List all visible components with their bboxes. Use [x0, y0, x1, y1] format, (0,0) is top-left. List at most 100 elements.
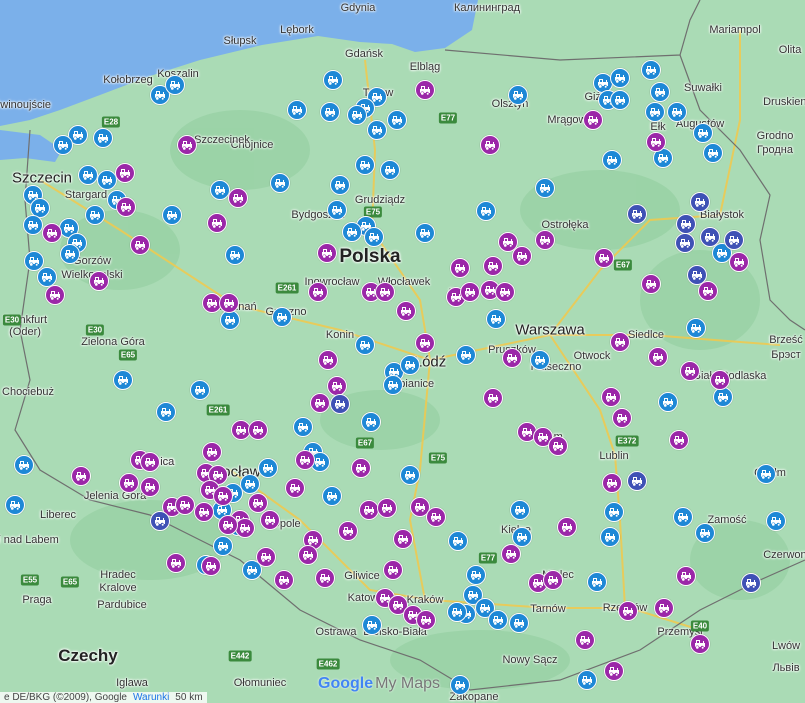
map-marker-purple[interactable] — [383, 560, 403, 580]
map-marker-blue[interactable] — [456, 345, 476, 365]
map-marker-blue[interactable] — [355, 335, 375, 355]
map-marker-dark-blue[interactable] — [627, 471, 647, 491]
map-marker-blue[interactable] — [510, 500, 530, 520]
map-marker-purple[interactable] — [618, 601, 638, 621]
map-marker-blue[interactable] — [383, 375, 403, 395]
map-marker-blue[interactable] — [486, 309, 506, 329]
map-marker-blue[interactable] — [448, 531, 468, 551]
map-marker-purple[interactable] — [690, 634, 710, 654]
map-marker-dark-blue[interactable] — [687, 265, 707, 285]
map-marker-dark-blue[interactable] — [675, 233, 695, 253]
map-marker-purple[interactable] — [426, 507, 446, 527]
map-marker-blue[interactable] — [535, 178, 555, 198]
map-marker-dark-blue[interactable] — [700, 227, 720, 247]
map-marker-blue[interactable] — [641, 60, 661, 80]
map-marker-purple[interactable] — [535, 230, 555, 250]
map-marker-blue[interactable] — [272, 307, 292, 327]
map-marker-blue[interactable] — [14, 455, 34, 475]
map-marker-purple[interactable] — [460, 282, 480, 302]
map-marker-blue[interactable] — [364, 227, 384, 247]
map-marker-blue[interactable] — [658, 392, 678, 412]
map-marker-blue[interactable] — [577, 670, 597, 690]
map-marker-purple[interactable] — [669, 430, 689, 450]
map-marker-purple[interactable] — [285, 478, 305, 498]
map-marker-blue[interactable] — [600, 527, 620, 547]
map-marker-purple[interactable] — [612, 408, 632, 428]
map-marker-blue[interactable] — [342, 222, 362, 242]
map-marker-purple[interactable] — [213, 486, 233, 506]
map-marker-blue[interactable] — [713, 387, 733, 407]
map-marker-purple[interactable] — [202, 442, 222, 462]
map-marker-blue[interactable] — [322, 486, 342, 506]
map-marker-purple[interactable] — [260, 510, 280, 530]
map-marker-purple[interactable] — [415, 80, 435, 100]
map-marker-blue[interactable] — [190, 380, 210, 400]
map-marker-blue[interactable] — [447, 602, 467, 622]
map-marker-purple[interactable] — [604, 661, 624, 681]
map-marker-purple[interactable] — [654, 598, 674, 618]
map-marker-blue[interactable] — [258, 458, 278, 478]
map-marker-purple[interactable] — [119, 473, 139, 493]
map-marker-purple[interactable] — [483, 256, 503, 276]
map-marker-blue[interactable] — [53, 135, 73, 155]
map-marker-blue[interactable] — [60, 244, 80, 264]
map-marker-purple[interactable] — [207, 213, 227, 233]
map-marker-purple[interactable] — [256, 547, 276, 567]
map-marker-blue[interactable] — [327, 200, 347, 220]
map-marker-purple[interactable] — [235, 518, 255, 538]
map-marker-purple[interactable] — [175, 495, 195, 515]
map-marker-purple[interactable] — [676, 566, 696, 586]
map-marker-purple[interactable] — [315, 568, 335, 588]
map-marker-purple[interactable] — [601, 387, 621, 407]
map-marker-blue[interactable] — [602, 150, 622, 170]
map-marker-purple[interactable] — [501, 544, 521, 564]
map-marker-blue[interactable] — [766, 511, 786, 531]
terms-link[interactable]: Warunki — [133, 692, 169, 703]
map-marker-purple[interactable] — [602, 473, 622, 493]
map-marker-blue[interactable] — [450, 675, 470, 695]
map-marker-purple[interactable] — [646, 132, 666, 152]
map-marker-blue[interactable] — [488, 610, 508, 630]
map-marker-purple[interactable] — [140, 452, 160, 472]
map-marker-purple[interactable] — [710, 370, 730, 390]
map-marker-blue[interactable] — [509, 613, 529, 633]
map-marker-blue[interactable] — [367, 120, 387, 140]
map-marker-dark-blue[interactable] — [627, 204, 647, 224]
map-marker-dark-blue[interactable] — [724, 230, 744, 250]
map-marker-blue[interactable] — [476, 201, 496, 221]
map-marker-blue[interactable] — [415, 223, 435, 243]
map-marker-blue[interactable] — [220, 310, 240, 330]
map-marker-purple[interactable] — [115, 163, 135, 183]
map-marker-blue[interactable] — [645, 102, 665, 122]
map-marker-purple[interactable] — [194, 502, 214, 522]
map-marker-blue[interactable] — [610, 90, 630, 110]
map-marker-purple[interactable] — [648, 347, 668, 367]
map-marker-purple[interactable] — [45, 285, 65, 305]
map-marker-purple[interactable] — [310, 393, 330, 413]
map-marker-blue[interactable] — [162, 205, 182, 225]
map-marker-blue[interactable] — [756, 464, 776, 484]
map-marker-purple[interactable] — [201, 556, 221, 576]
map-marker-purple[interactable] — [729, 252, 749, 272]
map-marker-blue[interactable] — [667, 102, 687, 122]
map-marker-blue[interactable] — [361, 412, 381, 432]
map-marker-purple[interactable] — [483, 388, 503, 408]
map-marker-blue[interactable] — [240, 474, 260, 494]
map-marker-blue[interactable] — [673, 507, 693, 527]
map-marker-blue[interactable] — [210, 180, 230, 200]
map-marker-purple[interactable] — [228, 188, 248, 208]
map-marker-purple[interactable] — [351, 458, 371, 478]
map-marker-purple[interactable] — [308, 282, 328, 302]
map-marker-blue[interactable] — [355, 155, 375, 175]
map-marker-purple[interactable] — [583, 110, 603, 130]
map-marker-blue[interactable] — [604, 502, 624, 522]
map-marker-blue[interactable] — [587, 572, 607, 592]
map-marker-blue[interactable] — [270, 173, 290, 193]
map-marker-blue[interactable] — [165, 75, 185, 95]
map-marker-purple[interactable] — [140, 477, 160, 497]
map-marker-purple[interactable] — [641, 274, 661, 294]
map-marker-purple[interactable] — [89, 271, 109, 291]
map-marker-purple[interactable] — [219, 293, 239, 313]
map-marker-blue[interactable] — [347, 105, 367, 125]
map-marker-purple[interactable] — [680, 361, 700, 381]
